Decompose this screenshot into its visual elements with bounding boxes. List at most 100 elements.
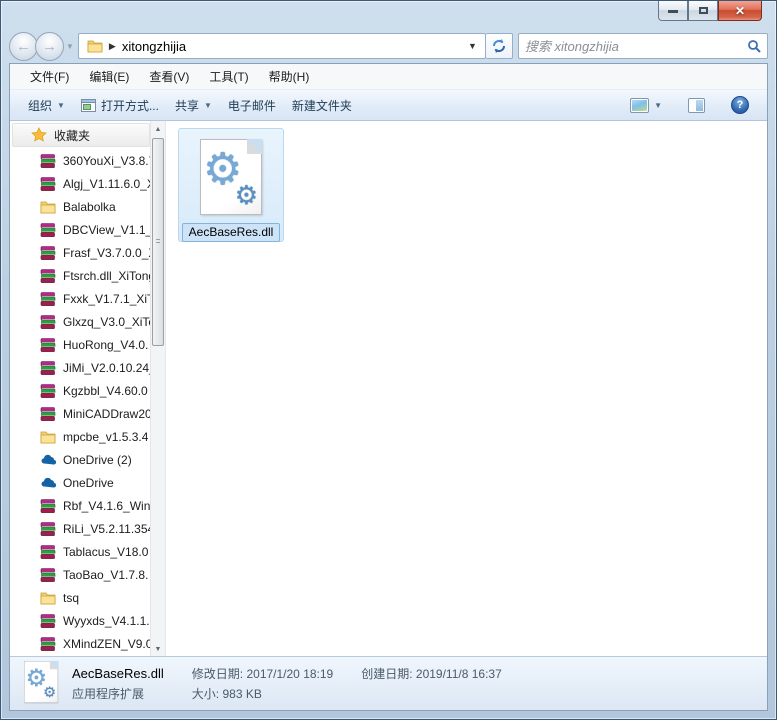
address-bar[interactable]: ▶ xitongzhijia ▼ [77, 33, 486, 59]
sidebar-item[interactable]: Balabolka [10, 195, 150, 218]
help-button[interactable]: ? [723, 92, 757, 118]
maximize-icon [698, 7, 708, 14]
sidebar-item[interactable]: Frasf_V3.7.0.0_X [10, 241, 150, 264]
details-file-type: 应用程序扩展 [72, 687, 145, 701]
menu-item[interactable]: 文件(F) [20, 64, 79, 89]
file-name-label: AecBaseRes.dll [182, 223, 280, 242]
details-file-name: AecBaseRes.dll [72, 666, 164, 681]
open-with-label: 打开方式... [100, 98, 159, 113]
address-dropdown-icon[interactable]: ▼ [464, 41, 481, 51]
favorites-label: 收藏夹 [54, 128, 91, 143]
rar-archive-icon [40, 314, 56, 330]
sidebar-item-label: Kgzbbl_V4.60.0 [63, 383, 148, 398]
rar-archive-icon [40, 245, 56, 261]
share-label: 共享 [174, 98, 199, 113]
sidebar-item[interactable]: Fxxk_V1.7.1_XiT [10, 287, 150, 310]
sidebar-item[interactable]: mpcbe_v1.5.3.4 [10, 425, 150, 448]
rar-archive-icon [40, 636, 56, 652]
search-icon[interactable] [747, 39, 761, 53]
dropdown-arrow-icon: ▼ [654, 100, 662, 110]
star-icon [31, 127, 47, 142]
menu-item[interactable]: 帮助(H) [259, 64, 320, 89]
sidebar-item-label: Glxzq_V3.0_XiTo [63, 314, 150, 329]
file-list-area[interactable]: ⚙ ⚙ AecBaseRes.dll [166, 121, 767, 656]
preview-pane-button[interactable] [680, 94, 713, 117]
new-folder-label: 新建文件夹 [291, 98, 352, 113]
minimize-button[interactable]: ▬ [658, 1, 688, 21]
sidebar-item-label: Frasf_V3.7.0.0_X [63, 245, 150, 260]
sidebar-item[interactable]: Wyyxds_V4.1.1.1 [10, 609, 150, 632]
details-pane: ⚙ ⚙ AecBaseRes.dll 修改日期: 2017/1/20 18:19… [10, 656, 767, 710]
share-button[interactable]: 共享 ▼ [167, 93, 220, 118]
sidebar-item[interactable]: HuoRong_V4.0. [10, 333, 150, 356]
forward-button[interactable]: → [35, 31, 64, 61]
details-size: 大小: 983 KB [191, 687, 262, 701]
favorites-header[interactable]: 收藏夹 [12, 123, 150, 147]
sidebar-item[interactable]: OneDrive [10, 471, 150, 494]
sidebar-item[interactable]: Algj_V1.11.6.0_X [10, 172, 150, 195]
maximize-button[interactable] [688, 1, 718, 21]
menu-item[interactable]: 工具(T) [199, 64, 258, 89]
sidebar-item-label: OneDrive [63, 475, 114, 490]
close-button[interactable]: ✕ [718, 1, 762, 21]
sidebar-item[interactable]: tsq [10, 586, 150, 609]
rar-archive-icon [40, 406, 56, 422]
dll-file-icon: ⚙ ⚙ [183, 133, 279, 221]
change-view-button[interactable]: ▼ [622, 94, 670, 117]
breadcrumb-arrow-icon[interactable]: ▶ [109, 41, 116, 52]
gear-icon: ⚙ [43, 683, 56, 700]
sidebar-item-label: mpcbe_v1.5.3.4 [63, 429, 149, 444]
email-button[interactable]: 电子邮件 [220, 93, 284, 118]
sidebar-item[interactable]: Ftsrch.dll_XiTong [10, 264, 150, 287]
search-input[interactable] [524, 38, 747, 54]
sidebar-item-label: Wyyxds_V4.1.1.1 [63, 613, 150, 628]
favorites-list: 360YouXi_V3.8.7 Algj_V1.11.6.0_X Balabol… [10, 149, 150, 655]
scroll-down-icon[interactable]: ▼ [152, 646, 164, 653]
rar-archive-icon [40, 337, 56, 353]
sidebar-item-label: OneDrive (2) [63, 452, 132, 467]
refresh-button[interactable] [485, 33, 513, 59]
rar-archive-icon [40, 567, 56, 583]
sidebar-item[interactable]: DBCView_V1.1_X [10, 218, 150, 241]
views-icon [630, 97, 650, 113]
sidebar-item-label: RiLi_V5.2.11.354 [63, 521, 150, 536]
sidebar-item[interactable]: Rbf_V4.1.6_Win8 [10, 494, 150, 517]
details-file-icon: ⚙ ⚙ [24, 660, 68, 707]
sidebar-item[interactable]: 360YouXi_V3.8.7 [10, 149, 150, 172]
organize-button[interactable]: 组织 ▼ [20, 93, 73, 118]
sidebar-item[interactable]: RiLi_V5.2.11.354 [10, 517, 150, 540]
file-item-selected[interactable]: ⚙ ⚙ AecBaseRes.dll [178, 128, 284, 242]
recent-pages-dropdown-icon[interactable]: ▼ [66, 42, 74, 51]
toolbar-right-group: ▼ ? [622, 92, 757, 118]
new-folder-button[interactable]: 新建文件夹 [284, 93, 360, 118]
back-arrow-icon: ← [16, 37, 31, 55]
sidebar-item[interactable]: Tablacus_V18.0 [10, 540, 150, 563]
open-with-icon [80, 98, 96, 112]
search-box [517, 33, 768, 59]
command-toolbar: 组织 ▼ 打开方式... 共享 ▼ 电子邮件 新建文件夹 ▼ ? [10, 90, 767, 121]
scrollbar-thumb[interactable] [152, 138, 164, 346]
breadcrumb[interactable]: xitongzhijia [122, 39, 464, 54]
explorer-window: ▬ ✕ ← → ▼ ▶ xitongzhijia ▼ 搜索 xitongzhij… [0, 0, 777, 720]
scroll-up-icon[interactable]: ▲ [152, 122, 164, 136]
sidebar-item-label: Tablacus_V18.0 [63, 544, 149, 559]
sidebar-item-label: Rbf_V4.1.6_Win8 [63, 498, 150, 513]
sidebar-scrollbar[interactable]: ▲ ▼ [150, 121, 165, 656]
back-button[interactable]: ← [9, 31, 38, 61]
open-with-button[interactable]: 打开方式... [73, 93, 167, 118]
rar-archive-icon [40, 521, 56, 537]
sidebar-item-label: Balabolka [63, 199, 116, 214]
sidebar-item[interactable]: Glxzq_V3.0_XiTo [10, 310, 150, 333]
sidebar-item[interactable]: JiMi_V2.0.10.24_ [10, 356, 150, 379]
rar-archive-icon [40, 544, 56, 560]
sidebar-item[interactable]: TaoBao_V1.7.8. [10, 563, 150, 586]
rar-archive-icon [40, 383, 56, 399]
sidebar-item[interactable]: MiniCADDraw20 [10, 402, 150, 425]
menu-item[interactable]: 编辑(E) [79, 64, 139, 89]
menu-item[interactable]: 查看(V) [139, 64, 199, 89]
onedrive-cloud-icon [40, 452, 56, 468]
sidebar-item[interactable]: XMindZEN_V9.0 [10, 632, 150, 655]
sidebar-item-label: JiMi_V2.0.10.24_ [63, 360, 150, 375]
sidebar-item[interactable]: OneDrive (2) [10, 448, 150, 471]
sidebar-item[interactable]: Kgzbbl_V4.60.0 [10, 379, 150, 402]
